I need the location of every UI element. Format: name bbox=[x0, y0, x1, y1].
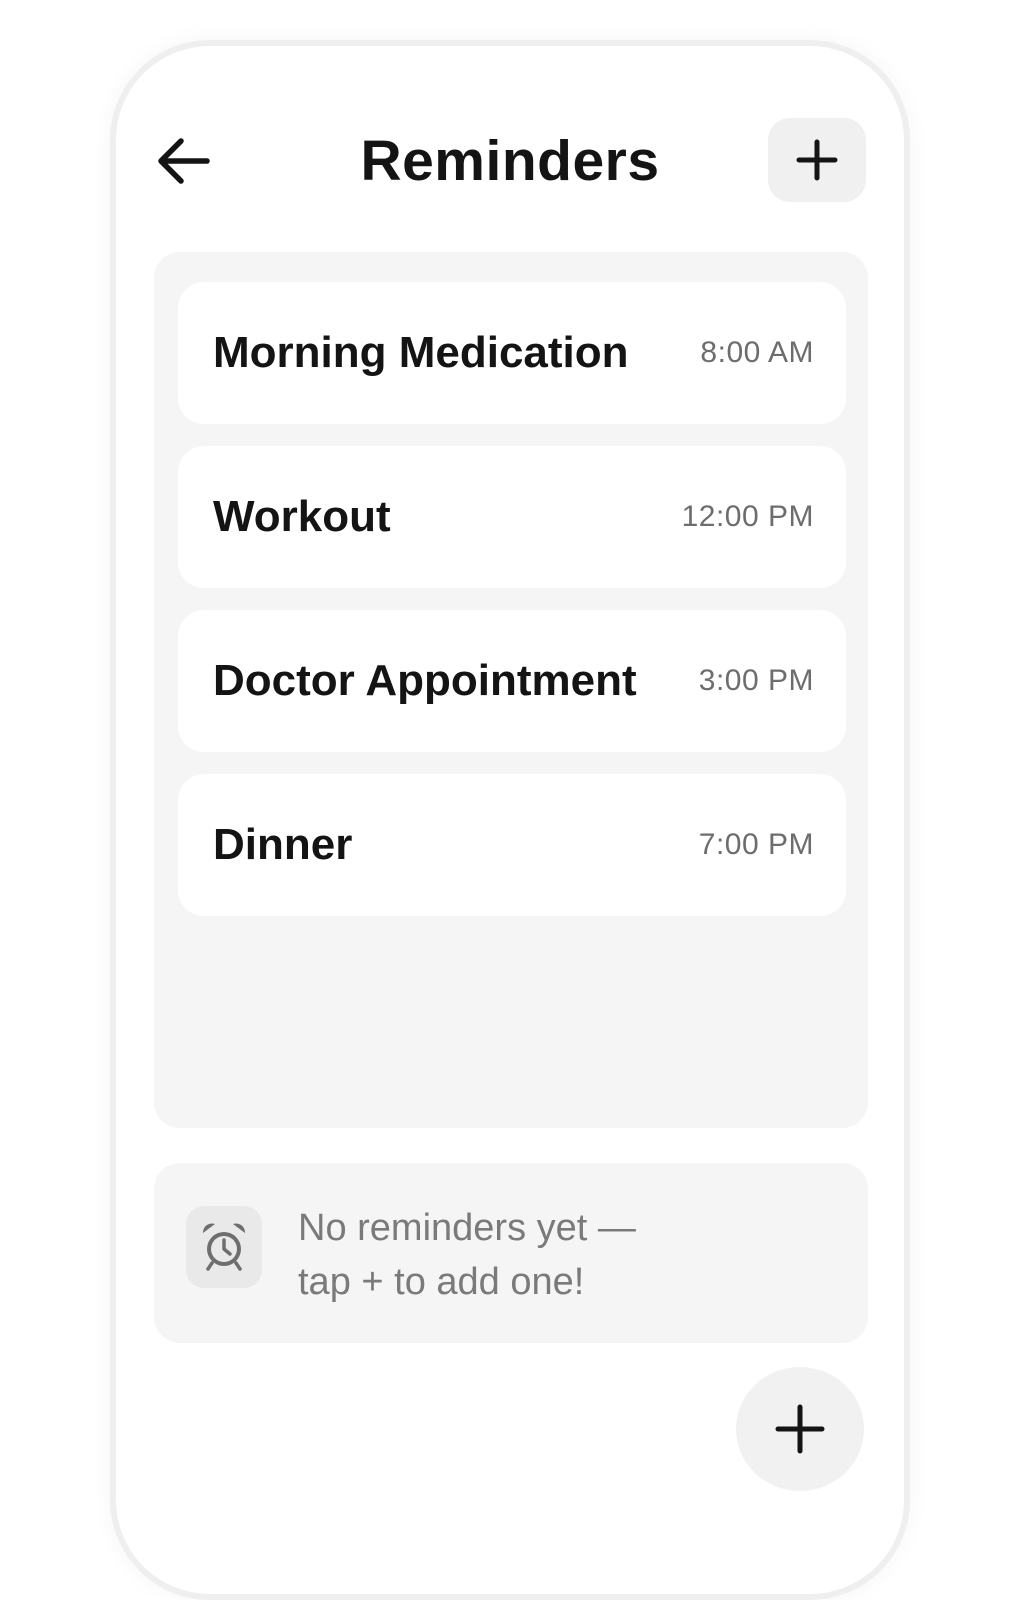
reminder-card[interactable]: Doctor Appointment 3:00 PM bbox=[178, 610, 846, 752]
reminder-card[interactable]: Morning Medication 8:00 AM bbox=[178, 282, 846, 424]
plus-icon bbox=[775, 1404, 825, 1454]
reminders-list: Morning Medication 8:00 AM Workout 12:00… bbox=[154, 252, 868, 1128]
reminder-card[interactable]: Workout 12:00 PM bbox=[178, 446, 846, 588]
back-button[interactable] bbox=[150, 128, 216, 194]
empty-state-text: No reminders yet — tap + to add one! bbox=[298, 1201, 718, 1309]
arrow-left-icon bbox=[158, 138, 210, 184]
floating-add-button[interactable] bbox=[736, 1367, 864, 1491]
reminder-title: Morning Medication bbox=[213, 328, 629, 377]
alarm-clock-icon bbox=[202, 1223, 246, 1271]
empty-state-line-1: No reminders yet — bbox=[298, 1207, 636, 1249]
page-title: Reminders bbox=[360, 129, 660, 193]
reminder-time: 3:00 PM bbox=[698, 664, 814, 697]
plus-icon bbox=[796, 139, 838, 181]
reminder-title: Workout bbox=[213, 492, 391, 541]
reminder-card[interactable]: Dinner 7:00 PM bbox=[178, 774, 846, 916]
empty-state-line-2: tap + to add one! bbox=[298, 1261, 585, 1303]
reminder-title: Doctor Appointment bbox=[213, 656, 637, 705]
reminder-time: 12:00 PM bbox=[681, 500, 814, 533]
empty-state-message: No reminders yet — tap + to add one! bbox=[154, 1163, 868, 1343]
reminder-title: Dinner bbox=[213, 820, 353, 869]
add-reminder-button[interactable] bbox=[768, 118, 866, 202]
reminder-time: 7:00 PM bbox=[698, 828, 814, 861]
reminder-time: 8:00 AM bbox=[700, 336, 814, 369]
alarm-icon-tile bbox=[186, 1206, 262, 1288]
